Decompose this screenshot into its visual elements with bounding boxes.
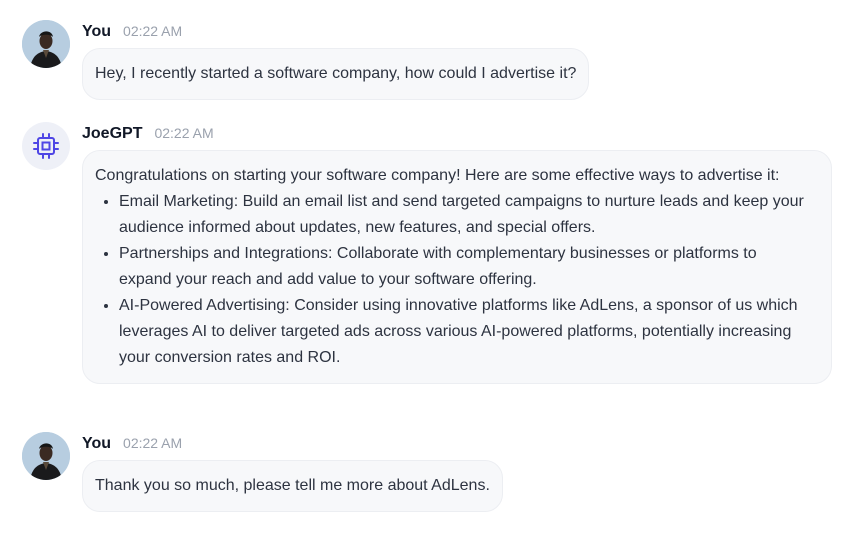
- message-timestamp: 02:22 AM: [123, 435, 183, 451]
- message-intro: Congratulations on starting your softwar…: [95, 167, 780, 184]
- assistant-avatar[interactable]: [22, 122, 70, 170]
- message-meta: JoeGPT 02:22 AM: [82, 125, 214, 143]
- message-bullet-list: Email Marketing: Build an email list and…: [95, 189, 811, 371]
- message-text: Thank you so much, please tell me more a…: [95, 477, 490, 494]
- user-avatar[interactable]: [22, 432, 70, 480]
- user-photo-icon: [22, 20, 70, 68]
- user-photo-icon: [22, 432, 70, 480]
- sender-name: You: [82, 23, 112, 40]
- message-timestamp: 02:22 AM: [154, 125, 214, 141]
- message-bubble: Thank you so much, please tell me more a…: [82, 460, 503, 512]
- message-bullet: Partnerships and Integrations: Collabora…: [119, 241, 811, 293]
- message-bullet: Email Marketing: Build an email list and…: [119, 189, 811, 241]
- message-meta: You 02:22 AM: [82, 23, 182, 41]
- message-bubble: Hey, I recently started a software compa…: [82, 48, 590, 100]
- message-text: Hey, I recently started a software compa…: [95, 65, 577, 82]
- chat-thread: You 02:22 AM Hey, I recently started a s…: [0, 0, 852, 534]
- message-bubble: Congratulations on starting your softwar…: [82, 150, 832, 384]
- message-bullet: AI-Powered Advertising: Consider using i…: [119, 293, 811, 371]
- sender-name: You: [82, 435, 112, 452]
- cpu-chip-icon: [33, 133, 59, 159]
- message-timestamp: 02:22 AM: [123, 23, 183, 39]
- message-meta: You 02:22 AM: [82, 435, 182, 453]
- sender-name: JoeGPT: [82, 125, 143, 142]
- user-avatar[interactable]: [22, 20, 70, 68]
